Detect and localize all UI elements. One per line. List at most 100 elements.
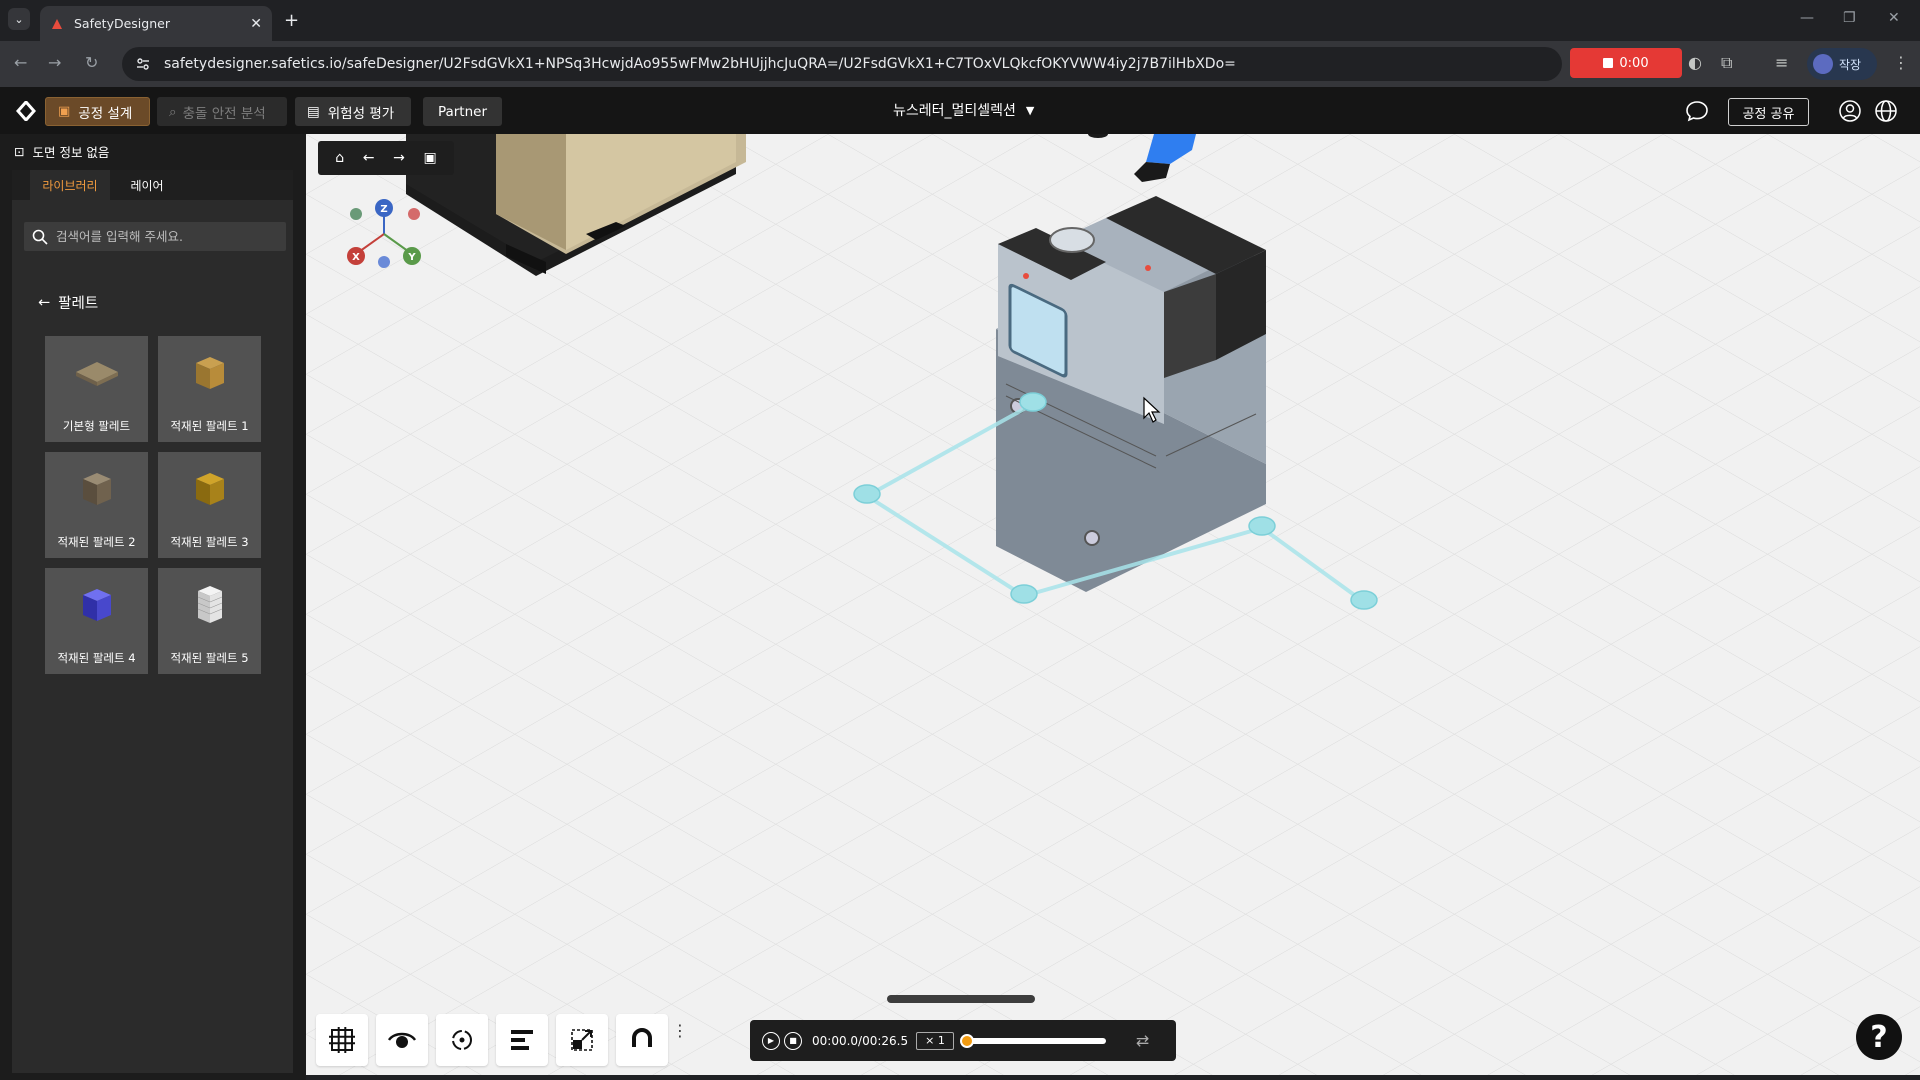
address-bar[interactable]: safetydesigner.safetics.io/safeDesigner/…: [122, 47, 1562, 81]
rotate-tool-button[interactable]: [436, 1014, 488, 1066]
scale-tool-button[interactable]: [556, 1014, 608, 1066]
axis-neg-y-handle[interactable]: [350, 208, 362, 220]
forward-icon[interactable]: →: [48, 53, 61, 72]
axis-y-label: Y: [407, 252, 416, 263]
site-info-icon[interactable]: [136, 57, 150, 71]
scene-canvas[interactable]: Z X Y: [306, 134, 1920, 1075]
waypoint[interactable]: [1248, 516, 1276, 536]
snap-tool-button[interactable]: [616, 1014, 668, 1066]
process-design-button[interactable]: ▣ 공정 설계: [45, 97, 150, 126]
repeat-icon[interactable]: ⇄: [1136, 1031, 1149, 1050]
share-process-button[interactable]: 공정 공유: [1728, 98, 1809, 126]
document-icon: ▤: [307, 103, 320, 120]
3d-viewport[interactable]: Z X Y ⌂ ← → ▣ ⋮ ▶ ■ 00:00.0/00:26.5 × 1 …: [306, 134, 1920, 1075]
drawing-info[interactable]: ⊡ 도면 정보 없음: [14, 142, 109, 161]
drawing-icon: ⊡: [14, 144, 25, 159]
caret-down-icon: ▼: [1025, 103, 1035, 117]
library-panel: 라이브러리 레이어 ← 팔레트 기본형 팔레트 적재된 팔레트 1 적재된 팔레트…: [12, 170, 293, 1073]
app-header: ▣ 공정 설계 ⌕ 충돌 안전 분석 ▤ 위험성 평가 Partner 뉴스레터_멀티…: [0, 87, 1920, 134]
window-close-icon[interactable]: ✕: [1888, 10, 1900, 26]
search-box[interactable]: [24, 222, 286, 251]
undo-icon[interactable]: ←: [363, 150, 375, 166]
tab-library[interactable]: 라이브러리: [30, 170, 110, 200]
tab-layer[interactable]: 레이어: [112, 170, 182, 200]
project-name: 뉴스레터_멀티셀렉션: [893, 103, 1016, 119]
waypoint[interactable]: [853, 484, 881, 504]
waypoint[interactable]: [1019, 392, 1047, 412]
tab-title: SafetyDesigner: [74, 16, 170, 31]
project-selector[interactable]: 뉴스레터_멀티셀렉션 ▼: [893, 100, 1034, 120]
collision-safety-button[interactable]: ⌕ 충돌 안전 분석: [157, 97, 287, 126]
stop-icon: [1603, 58, 1614, 68]
save-icon[interactable]: ▣: [423, 150, 436, 166]
category-back[interactable]: ← 팔레트: [38, 292, 98, 313]
media-icon[interactable]: ≡: [1775, 53, 1788, 72]
close-icon[interactable]: ✕: [250, 16, 262, 32]
view-tool-button[interactable]: [376, 1014, 428, 1066]
magnet-icon: [632, 1028, 652, 1052]
search-icon: [32, 229, 48, 245]
axis-x-label: X: [352, 252, 360, 263]
user-icon[interactable]: [1838, 99, 1862, 123]
back-icon[interactable]: ←: [14, 53, 27, 72]
sync-icon[interactable]: ◐: [1688, 53, 1702, 72]
library-item-basic-pallet[interactable]: 기본형 팔레트: [45, 336, 148, 442]
grid-icon: [329, 1027, 355, 1053]
risk-assessment-label: 위험성 평가: [327, 105, 395, 122]
library-item-loaded-pallet-5[interactable]: 적재된 팔레트 5: [158, 568, 261, 674]
new-tab-icon[interactable]: +: [284, 10, 299, 31]
library-item-loaded-pallet-3[interactable]: 적재된 팔레트 3: [158, 452, 261, 558]
speed-selector[interactable]: × 1: [916, 1031, 954, 1050]
grid-tool-button[interactable]: [316, 1014, 368, 1066]
view-toolbar: ⌂ ← → ▣: [318, 141, 454, 175]
magnifier-icon: ⌕: [169, 103, 177, 120]
timeline-knob[interactable]: [959, 1033, 974, 1048]
pallet-thumbnail: [45, 452, 148, 526]
category-title: 팔레트: [58, 296, 99, 312]
align-tool-button[interactable]: [496, 1014, 548, 1066]
library-item-loaded-pallet-2[interactable]: 적재된 팔레트 2: [45, 452, 148, 558]
timeline-player: ▶ ■ 00:00.0/00:26.5 × 1 ⇄: [750, 1020, 1176, 1061]
menu-icon[interactable]: ⋮: [1893, 53, 1909, 72]
timeline-track[interactable]: [959, 1033, 1106, 1048]
pallet-thumbnail: [158, 336, 261, 410]
library-item-label: 적재된 팔레트 5: [170, 651, 249, 665]
library-item-loaded-pallet-4[interactable]: 적재된 팔레트 4: [45, 568, 148, 674]
axis-neg-z-handle[interactable]: [378, 256, 390, 268]
chat-icon[interactable]: [1685, 99, 1709, 123]
pallet-thumbnail: [45, 568, 148, 642]
profile-button[interactable]: 작장: [1807, 48, 1877, 80]
globe-icon[interactable]: [1874, 99, 1898, 123]
playback-time: 00:00.0/00:26.5: [812, 1033, 909, 1048]
axis-neg-x-handle[interactable]: [408, 208, 420, 220]
home-icon[interactable]: ⌂: [335, 150, 344, 166]
eye-icon: [388, 1032, 416, 1048]
partner-button[interactable]: Partner: [423, 97, 502, 126]
extensions-icon[interactable]: ⧉: [1721, 53, 1732, 73]
reload-icon[interactable]: ↻: [85, 53, 98, 72]
risk-assessment-button[interactable]: ▤ 위험성 평가: [295, 97, 411, 126]
waypoint[interactable]: [1010, 584, 1038, 604]
browser-tab[interactable]: SafetyDesigner ✕: [40, 6, 272, 41]
search-input[interactable]: [56, 229, 276, 244]
minimize-icon[interactable]: —: [1800, 10, 1814, 26]
more-options-icon[interactable]: ⋮: [672, 1021, 688, 1040]
help-button[interactable]: ?: [1856, 1014, 1902, 1060]
app-logo-icon[interactable]: [16, 101, 36, 121]
pallet-thumbnail: [158, 452, 261, 526]
align-left-icon: [511, 1030, 533, 1050]
arrow-left-icon: ←: [38, 294, 51, 311]
recording-button[interactable]: 0:00: [1570, 48, 1682, 78]
restore-icon[interactable]: ❐: [1843, 10, 1856, 26]
waypoint[interactable]: [1350, 590, 1378, 610]
tab-dropdown-icon[interactable]: ⌄: [8, 8, 30, 30]
panel-drag-handle[interactable]: [887, 995, 1035, 1003]
pallet-thumbnail: [158, 568, 261, 642]
collision-safety-label: 충돌 안전 분석: [182, 105, 266, 122]
stop-icon[interactable]: ■: [784, 1031, 802, 1050]
play-icon[interactable]: ▶: [762, 1031, 780, 1050]
rotate-icon: [452, 1030, 472, 1050]
drawing-info-label: 도면 정보 없음: [32, 145, 110, 160]
redo-icon[interactable]: →: [393, 150, 405, 166]
library-item-loaded-pallet-1[interactable]: 적재된 팔레트 1: [158, 336, 261, 442]
